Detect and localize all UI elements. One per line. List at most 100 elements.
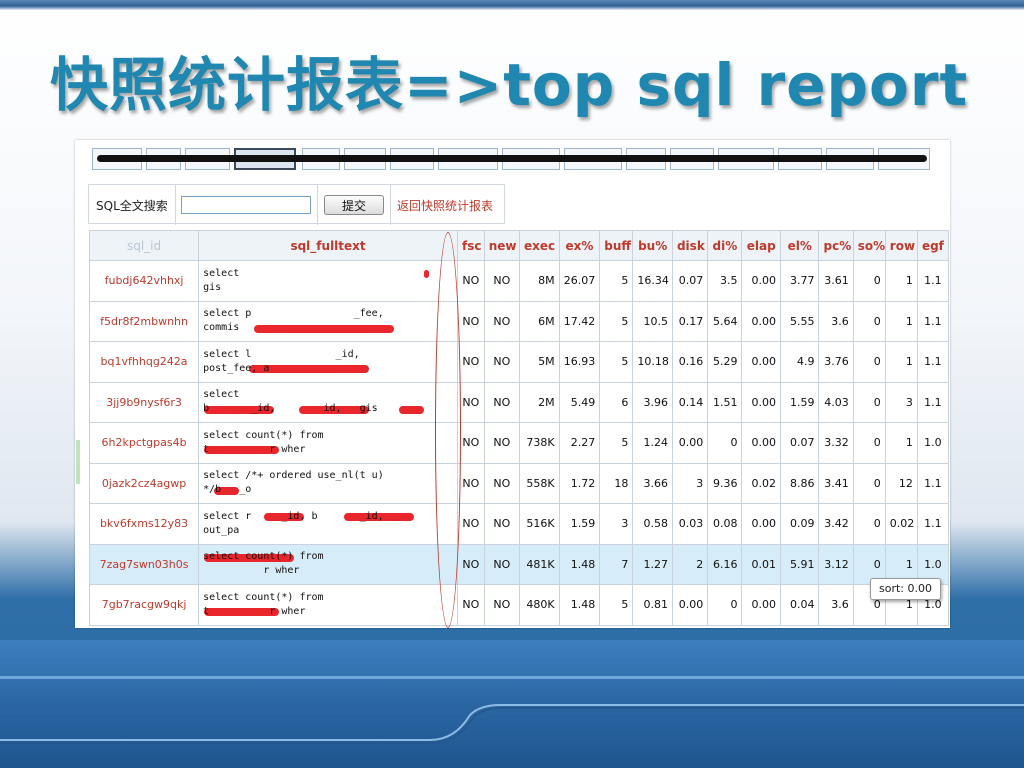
cell-row: 0.02	[884, 503, 918, 545]
cell-el: 3.77	[779, 260, 820, 302]
sort-tooltip: sort: 0.00	[870, 578, 941, 600]
sql-id-link[interactable]: fubdj642vhhxj	[88, 260, 200, 302]
cell-egf: 1.1	[916, 260, 950, 302]
cell-so: 0	[852, 341, 886, 383]
slide-title: 快照统计报表=>top sql report	[50, 51, 969, 119]
cell-egf: 1.1	[916, 300, 950, 342]
sql-text-line: select p _fee,	[203, 308, 384, 320]
sql-id-link[interactable]: 7gb7racgw9qkj	[88, 584, 200, 626]
sql-fulltext-cell[interactable]: select /*+ ordered use_nl(t u) */b _o	[198, 462, 458, 504]
table-row[interactable]: f5dr8f2mbwnhn select p _fee, commis NO NO 6M 1…	[88, 300, 950, 342]
column-header[interactable]: pc%	[818, 230, 854, 261]
cell-pc: 3.12	[818, 543, 854, 585]
slide-bottom-curve	[0, 704, 1024, 744]
column-header[interactable]: elap	[741, 230, 781, 261]
column-header[interactable]: so%	[852, 230, 886, 261]
cell-di: 1.51	[707, 381, 743, 423]
cell-egf: 1.0	[916, 422, 950, 464]
table-row[interactable]: bkv6fxms12y83 select r _id, b _id, out_pa N…	[88, 503, 950, 545]
search-bar: SQL全文搜索 提交 返回快照统计报表	[88, 184, 505, 225]
table-row[interactable]: 6h2kpctgpas4b select count(*) from t r whe…	[88, 422, 950, 464]
cell-new: NO	[483, 462, 521, 504]
column-header[interactable]: el%	[779, 230, 820, 261]
sql-text-line: select r _id, b _id,	[203, 510, 384, 522]
sql-text-line: select l _id,	[203, 348, 360, 360]
column-header[interactable]: ex%	[558, 230, 601, 261]
column-header[interactable]: buff	[599, 230, 634, 261]
sql-id-link[interactable]: bq1vfhhqg242a	[88, 341, 200, 383]
cell-di: 5.29	[707, 341, 743, 383]
cell-ex: 16.93	[558, 341, 601, 383]
cell-el: 1.59	[779, 381, 820, 423]
sql-id-link[interactable]: 7zag7swn03h0s	[88, 543, 200, 585]
sql-text-line: select count(*) from	[203, 591, 324, 603]
sql-fulltext-cell[interactable]: select count(*) from t r wher	[198, 422, 458, 464]
cell-exec: 2M	[519, 381, 560, 423]
cell-egf: 1.1	[916, 341, 950, 383]
sql-fulltext-cell[interactable]: select p _fee, commis	[198, 300, 458, 342]
cell-exec: 8M	[519, 260, 560, 302]
column-header[interactable]: di%	[707, 230, 743, 261]
sql-fulltext-cell[interactable]: select l _id, post_fee, a	[198, 341, 458, 383]
cell-exec: 516K	[519, 503, 560, 545]
cell-so: 0	[852, 381, 886, 423]
redaction-scribble	[97, 155, 927, 162]
sql-text-line: out_pa	[203, 524, 240, 536]
cell-exec: 5M	[519, 341, 560, 383]
sql-text-line: select /*+ ordered use_nl(t u)	[203, 470, 384, 482]
cell-disk: 0.00	[671, 584, 709, 626]
table-row[interactable]: bq1vfhhqg242a select l _id, post_fee, a NO N…	[88, 341, 950, 383]
cell-pc: 3.6	[818, 584, 854, 626]
column-header[interactable]: new	[483, 230, 521, 261]
cell-fsc: NO	[456, 422, 485, 464]
table-row[interactable]: 7zag7swn03h0s select count(*) from r wher…	[88, 543, 950, 585]
search-input[interactable]	[181, 196, 311, 214]
table-row[interactable]: 7gb7racgw9qkj select count(*) from t r whe…	[88, 584, 950, 626]
back-to-report-link[interactable]: 返回快照统计报表	[397, 197, 493, 214]
table-row[interactable]: 0jazk2cz4agwp select /*+ ordered use_nl(t…	[88, 462, 950, 504]
cell-bu: 16.34	[632, 260, 673, 302]
column-header[interactable]: disk	[671, 230, 709, 261]
submit-button[interactable]: 提交	[324, 195, 384, 215]
cell-pc: 3.41	[818, 462, 854, 504]
cell-buff: 3	[599, 503, 634, 545]
cell-pc: 3.61	[818, 260, 854, 302]
sql-id-link[interactable]: 3jj9b9nysf6r3	[88, 381, 200, 423]
sql-id-link[interactable]: 6h2kpctgpas4b	[88, 422, 200, 464]
cell-buff: 7	[599, 543, 634, 585]
column-header[interactable]: fsc	[456, 230, 485, 261]
cell-row: 1	[884, 422, 918, 464]
sql-fulltext-cell[interactable]: select b _id, id, gis	[198, 381, 458, 423]
cell-di: 9.36	[707, 462, 743, 504]
cell-so: 0	[852, 260, 886, 302]
cell-elap: 0.00	[741, 584, 781, 626]
sql-fulltext-cell[interactable]: select gis	[198, 260, 458, 302]
column-header[interactable]: exec	[519, 230, 560, 261]
sql-fulltext-cell[interactable]: select count(*) from r wher	[198, 543, 458, 585]
cell-new: NO	[483, 584, 521, 626]
cell-ex: 2.27	[558, 422, 601, 464]
cell-egf: 1.1	[916, 381, 950, 423]
cell-fsc: NO	[456, 341, 485, 383]
table-row[interactable]: fubdj642vhhxj select gis NO NO 8M 26.07 5 16.34 0…	[88, 260, 950, 302]
table-row[interactable]: 3jj9b9nysf6r3 select b _id, id, gis NO NO 2M 5…	[88, 381, 950, 423]
cell-exec: 481K	[519, 543, 560, 585]
column-header[interactable]: bu%	[632, 230, 673, 261]
sql-fulltext-cell[interactable]: select r _id, b _id, out_pa	[198, 503, 458, 545]
cell-di: 0.08	[707, 503, 743, 545]
sql-id-link[interactable]: bkv6fxms12y83	[88, 503, 200, 545]
sql-id-link[interactable]: 0jazk2cz4agwp	[88, 462, 200, 504]
cell-fsc: NO	[456, 300, 485, 342]
sql-id-link[interactable]: f5dr8f2mbwnhn	[88, 300, 200, 342]
cell-ex: 1.72	[558, 462, 601, 504]
sql-text-line: b _id, id, gis	[203, 403, 378, 415]
cell-disk: 0.16	[671, 341, 709, 383]
column-header[interactable]: egf	[916, 230, 950, 261]
column-header[interactable]: sql_fulltext	[198, 230, 458, 261]
cell-ex: 1.48	[558, 543, 601, 585]
column-header[interactable]: row	[884, 230, 918, 261]
column-header[interactable]: sql_id	[88, 230, 200, 261]
sql-fulltext-cell[interactable]: select count(*) from t r wher	[198, 584, 458, 626]
cell-ex: 1.59	[558, 503, 601, 545]
cell-di: 0	[707, 422, 743, 464]
